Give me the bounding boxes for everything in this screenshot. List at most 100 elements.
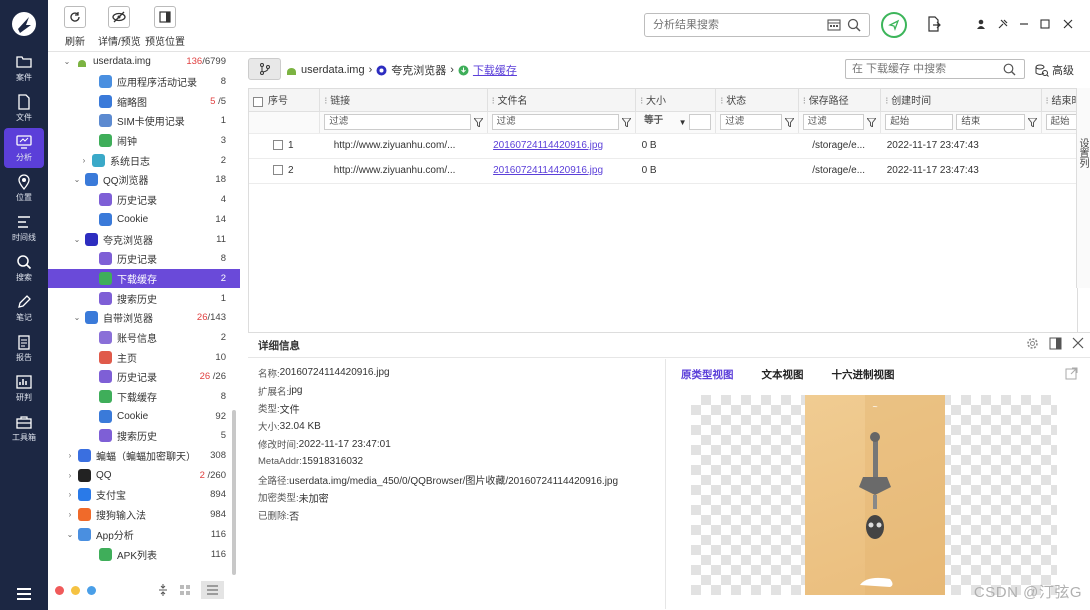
tree-item[interactable]: 缩略图 5 /5 bbox=[48, 91, 240, 111]
tree-item[interactable]: SIM卡使用记录 1 bbox=[48, 111, 240, 131]
nav-item-5[interactable]: 搜索 bbox=[0, 248, 48, 288]
red-dot[interactable] bbox=[55, 585, 64, 595]
confirm-button[interactable] bbox=[881, 12, 907, 38]
column-header[interactable]: ⁝ 文件名 bbox=[487, 89, 637, 112]
tree-item[interactable]: › 系统日志 2 bbox=[48, 150, 240, 170]
user-icon[interactable] bbox=[973, 16, 989, 32]
tree-scrollbar[interactable] bbox=[232, 410, 236, 575]
tree-item[interactable]: 下载缓存 2 bbox=[48, 268, 240, 289]
tree-item[interactable]: Cookie 92 bbox=[48, 406, 240, 426]
export-icon[interactable] bbox=[926, 16, 942, 32]
column-header[interactable]: 序号 bbox=[249, 89, 321, 112]
table-search-input[interactable] bbox=[852, 63, 992, 75]
grid-view-icon[interactable] bbox=[180, 584, 191, 596]
chevron-right-icon[interactable]: › bbox=[65, 510, 75, 519]
chevron-right-icon[interactable]: › bbox=[65, 451, 75, 460]
table-row[interactable]: 2 http://www.ziyuanhu.com/... 201607241144… bbox=[249, 158, 1077, 184]
nav-item-2[interactable]: 分析 bbox=[4, 128, 44, 168]
filter-icon[interactable] bbox=[1027, 117, 1037, 127]
list-view-icon[interactable] bbox=[201, 581, 224, 599]
start-input[interactable]: 起始 bbox=[885, 114, 954, 130]
column-header[interactable]: ⁝ 大小 bbox=[635, 89, 717, 112]
end-input[interactable]: 结束 bbox=[956, 114, 1025, 130]
tree-item[interactable]: 账号信息 2 bbox=[48, 328, 240, 348]
preview-tab-2[interactable]: 十六进制视图 bbox=[832, 367, 895, 382]
table-row[interactable]: 1 http://www.ziyuanhu.com/... 201607241144… bbox=[249, 133, 1077, 159]
tree-item[interactable]: 历史记录 26 /26 bbox=[48, 367, 240, 387]
close-icon[interactable] bbox=[1072, 337, 1084, 350]
tree-item[interactable]: › 搜狗输入法 984 bbox=[48, 505, 240, 525]
filter-input[interactable]: 过滤 bbox=[720, 114, 782, 130]
tree-root[interactable]: ⌄ userdata.img 136/6799 bbox=[48, 52, 240, 72]
nav-item-7[interactable]: 报告 bbox=[0, 328, 48, 368]
pin-icon[interactable] bbox=[995, 16, 1011, 32]
preview-tab-0[interactable]: 原类型视图 bbox=[681, 367, 734, 382]
collapse-icon[interactable] bbox=[158, 584, 168, 596]
breadcrumb-app[interactable]: 夸克浏览器 bbox=[391, 62, 446, 78]
calendar-icon[interactable] bbox=[827, 18, 841, 32]
nav-item-9[interactable]: 工具箱 bbox=[0, 408, 48, 448]
column-header[interactable]: ⁝ 链接 bbox=[319, 89, 488, 112]
tree-item[interactable]: 闹钟 3 bbox=[48, 131, 240, 151]
nav-item-1[interactable]: 文件 bbox=[0, 88, 48, 128]
nav-item-6[interactable]: 笔记 bbox=[0, 288, 48, 328]
tree-item[interactable]: ⌄ 夸克浏览器 11 bbox=[48, 229, 240, 249]
analysis-search-box[interactable] bbox=[644, 13, 870, 37]
analysis-search-input[interactable] bbox=[653, 19, 823, 31]
search-icon[interactable] bbox=[847, 18, 861, 32]
minimize-icon[interactable] bbox=[1016, 16, 1032, 32]
column-settings-tab[interactable]: 设置列 bbox=[1076, 88, 1090, 288]
maximize-icon[interactable] bbox=[1037, 16, 1053, 32]
blue-dot[interactable] bbox=[87, 585, 96, 595]
chevron-down-icon[interactable]: ⌄ bbox=[72, 175, 82, 184]
column-header[interactable]: ⁝ 状态 bbox=[715, 89, 799, 112]
start-input[interactable]: 起始 bbox=[1045, 114, 1077, 130]
tree-item[interactable]: 搜索历史 1 bbox=[48, 288, 240, 308]
nav-item-8[interactable]: 研判 bbox=[0, 368, 48, 408]
chevron-down-icon[interactable]: ⌄ bbox=[72, 235, 82, 244]
chevron-right-icon[interactable]: › bbox=[65, 471, 75, 480]
tree-item[interactable]: Cookie 14 bbox=[48, 210, 240, 230]
close-icon[interactable] bbox=[1060, 16, 1076, 32]
breadcrumb-root[interactable]: userdata.img bbox=[301, 64, 365, 76]
panel-icon[interactable] bbox=[1049, 337, 1062, 350]
tree-item[interactable]: 历史记录 4 bbox=[48, 190, 240, 210]
external-link-icon[interactable] bbox=[1065, 367, 1078, 380]
preview-tab-1[interactable]: 文本视图 bbox=[762, 367, 804, 382]
filter-input[interactable]: 过滤 bbox=[491, 114, 620, 130]
size-input[interactable] bbox=[689, 114, 712, 130]
tree-item[interactable]: ⌄ 自带浏览器 26/143 bbox=[48, 308, 240, 328]
details-preview-button[interactable]: 详情/预览 bbox=[98, 6, 141, 48]
column-header[interactable]: ⁝ 结束时间 bbox=[1041, 89, 1077, 112]
tree-item[interactable]: › QQ 2 /260 bbox=[48, 465, 240, 485]
column-header[interactable]: ⁝ 保存路径 bbox=[798, 89, 882, 112]
breadcrumb-current[interactable]: 下载缓存 bbox=[473, 62, 517, 78]
tree-item[interactable]: ⌄ QQ浏览器 18 bbox=[48, 170, 240, 190]
select-all-checkbox[interactable] bbox=[253, 96, 263, 107]
refresh-button[interactable]: 刷新 bbox=[64, 6, 86, 48]
filter-input[interactable]: 过滤 bbox=[802, 114, 865, 130]
tree-item[interactable]: › 蝙蝠（蝙蝠加密聊天） 308 bbox=[48, 446, 240, 466]
size-operator-select[interactable]: 等于 bbox=[640, 114, 675, 130]
table-search-box[interactable] bbox=[845, 59, 1025, 79]
advanced-search-button[interactable]: 高级 bbox=[1035, 62, 1074, 78]
chevron-down-icon[interactable]: ⌄ bbox=[65, 530, 75, 539]
tree-item[interactable]: ⌄ App分析 116 bbox=[48, 525, 240, 545]
search-icon[interactable] bbox=[1003, 63, 1016, 76]
chevron-right-icon[interactable]: › bbox=[65, 490, 75, 499]
nav-item-3[interactable]: 位置 bbox=[0, 168, 48, 208]
filter-icon[interactable] bbox=[622, 117, 632, 127]
column-header[interactable]: ⁝ 创建时间 bbox=[880, 89, 1042, 112]
menu-icon[interactable] bbox=[0, 588, 48, 600]
preview-position-button[interactable]: 预览位置 bbox=[145, 6, 185, 48]
chevron-right-icon[interactable]: › bbox=[79, 156, 89, 165]
tree-item[interactable]: 主页 10 bbox=[48, 347, 240, 367]
tree-item[interactable]: 搜索历史 5 bbox=[48, 426, 240, 446]
row-checkbox[interactable] bbox=[273, 165, 283, 176]
filter-icon[interactable] bbox=[473, 117, 483, 127]
nav-item-4[interactable]: 时间线 bbox=[0, 208, 48, 248]
dropdown-icon[interactable]: ▼ bbox=[679, 118, 687, 127]
table-cell-file[interactable]: 20160724114420916.jpg bbox=[487, 133, 636, 159]
row-checkbox[interactable] bbox=[273, 140, 283, 151]
tree-item[interactable]: APK列表 116 bbox=[48, 544, 240, 564]
